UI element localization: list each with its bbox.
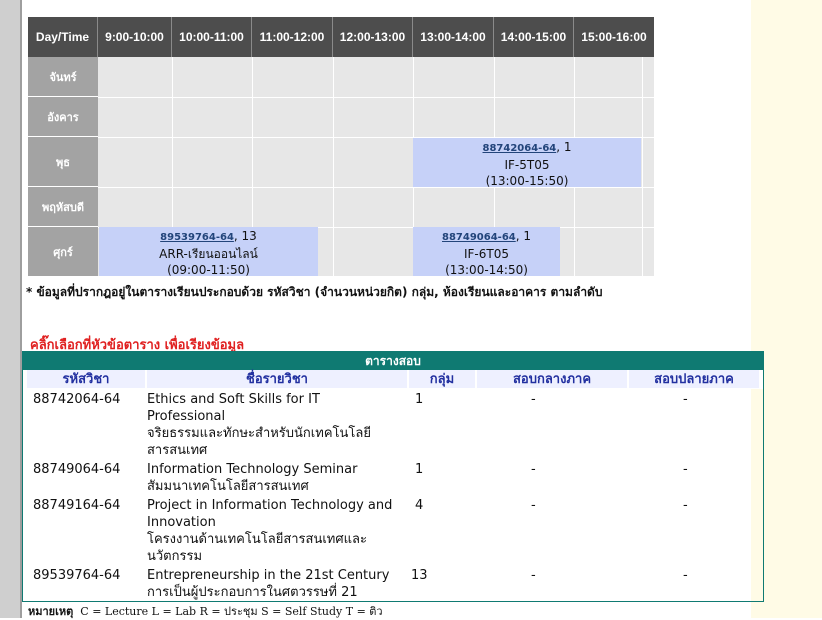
exam-group: 4: [415, 498, 424, 513]
legend-label: หมายเหตุ: [28, 605, 74, 618]
exam-table-title: ตารางสอบ: [23, 352, 763, 370]
class-timetable: Day/Time 9:00-10:00 10:00-11:00 11:00-12…: [28, 17, 654, 277]
course-time: (09:00-11:50): [167, 263, 250, 277]
left-gutter: [0, 0, 22, 618]
timetable-course-89539764: 89539764-64, 13 ARR-เรียนออนไลน์ (09:00-…: [99, 227, 318, 277]
course-group: , 1: [515, 229, 531, 243]
sort-by-midterm[interactable]: สอบกลางภาค: [477, 371, 627, 389]
exam-course-name: Information Technology Seminar สัมมนาเทค…: [147, 462, 358, 494]
header-slot-0900: 9:00-10:00: [98, 17, 172, 57]
header-slot-1100: 11:00-12:00: [252, 17, 333, 57]
course-room: IF-6T05: [463, 247, 509, 261]
course-code-link[interactable]: 88742064-64: [483, 143, 557, 154]
exam-group: 13: [411, 568, 428, 583]
exam-table-header: รหัสวิชา ชื่อรายวิชา กลุ่ม สอบกลางภาค สอ…: [23, 370, 763, 389]
exam-group: 1: [415, 462, 424, 477]
timetable-course-88742064: 88742064-64, 1 IF-5T05 (13:00-15:50): [413, 138, 641, 188]
sort-by-group[interactable]: กลุ่ม: [409, 371, 475, 389]
exam-code: 88749064-64: [33, 462, 121, 477]
course-code-link[interactable]: 88749064-64: [442, 232, 516, 243]
exam-code: 88742064-64: [33, 392, 121, 407]
header-slot-1400: 14:00-15:00: [494, 17, 574, 57]
exam-course-name: Ethics and Soft Skills for IT Professiona…: [147, 392, 371, 458]
course-room: ARR-เรียนออนไลน์: [159, 247, 258, 261]
exam-midterm: -: [531, 392, 536, 407]
sort-by-final[interactable]: สอบปลายภาค: [629, 371, 759, 389]
header-slot-1500: 15:00-16:00: [574, 17, 654, 57]
course-group: , 13: [233, 229, 257, 243]
exam-midterm: -: [531, 568, 536, 583]
exam-final: -: [683, 498, 688, 513]
course-group: , 1: [556, 140, 572, 154]
course-time: (13:00-14:50): [445, 263, 528, 277]
sort-by-name[interactable]: ชื่อรายวิชา: [147, 371, 407, 389]
header-slot-1000: 10:00-11:00: [172, 17, 252, 57]
exam-schedule-table: ตารางสอบ รหัสวิชา ชื่อรายวิชา กลุ่ม สอบก…: [22, 351, 764, 602]
exam-midterm: -: [531, 498, 536, 513]
day-monday: จันทร์: [28, 57, 98, 97]
course-code-link[interactable]: 89539764-64: [160, 232, 234, 243]
header-day-time: Day/Time: [28, 17, 98, 57]
day-thursday: พฤหัสบดี: [28, 187, 98, 227]
exam-code: 88749164-64: [33, 498, 121, 513]
exam-final: -: [683, 462, 688, 477]
course-time: (13:00-15:50): [485, 174, 569, 188]
legend-text: C = Lecture L = Lab R = ประชุม S = Self …: [80, 605, 383, 618]
day-tuesday: อังคาร: [28, 97, 98, 137]
day-friday: ศุกร์: [28, 227, 98, 276]
exam-final: -: [683, 568, 688, 583]
exam-course-name: Entrepreneurship in the 21st Century การ…: [147, 568, 390, 600]
legend-note: หมายเหตุ C = Lecture L = Lab R = ประชุม …: [28, 602, 383, 620]
exam-group: 1: [415, 392, 424, 407]
exam-midterm: -: [531, 462, 536, 477]
header-slot-1200: 12:00-13:00: [333, 17, 413, 57]
timetable-course-88749064: 88749064-64, 1 IF-6T05 (13:00-14:50): [413, 227, 560, 277]
day-wednesday: พุธ: [28, 137, 98, 187]
exam-course-name: Project in Information Technology and Inn…: [147, 498, 393, 564]
header-slot-1300: 13:00-14:00: [413, 17, 494, 57]
exam-code: 89539764-64: [33, 568, 121, 583]
timetable-note: * ข้อมูลที่ปรากฎอยู่ในตารางเรียนประกอบด้…: [26, 285, 603, 299]
sort-by-code[interactable]: รหัสวิชา: [27, 371, 145, 389]
exam-final: -: [683, 392, 688, 407]
course-room: IF-5T05: [504, 158, 550, 172]
